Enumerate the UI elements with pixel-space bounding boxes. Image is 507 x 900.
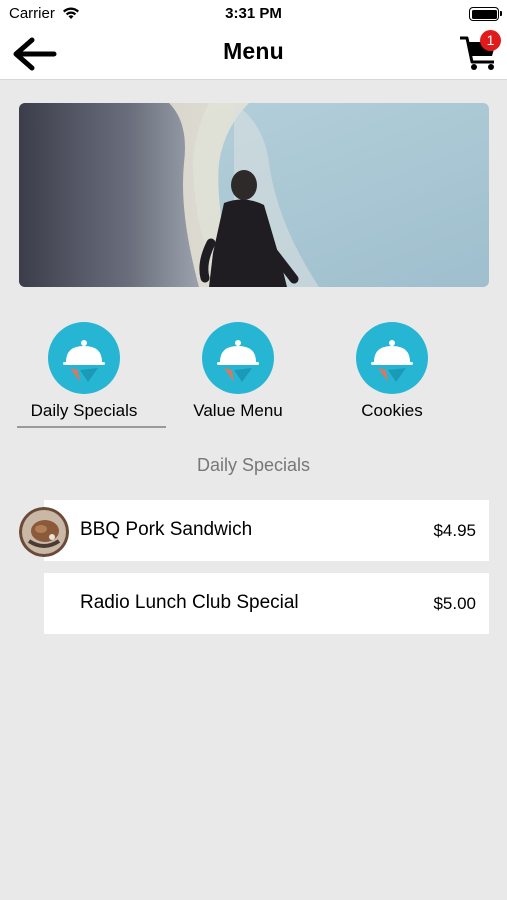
cloche-icon (356, 322, 428, 394)
tab-label: Value Menu (193, 401, 283, 420)
tab-label: Cookies (361, 401, 423, 420)
item-thumbnail (19, 507, 69, 557)
item-price: $5.00 (433, 594, 476, 613)
cart-count-badge: 1 (480, 30, 501, 51)
list-item[interactable]: BBQ Pork Sandwich $4.95 (44, 500, 489, 561)
item-price: $4.95 (433, 521, 476, 540)
cloche-icon (48, 322, 120, 394)
status-time: 3:31 PM (225, 5, 282, 22)
item-name: BBQ Pork Sandwich (80, 519, 253, 540)
page-title: Menu (223, 38, 284, 64)
battery-level (471, 9, 497, 19)
status-bar: Carrier 3:31 PM (0, 0, 507, 28)
item-name: Radio Lunch Club Special (80, 592, 299, 613)
selected-tab-indicator (17, 426, 166, 428)
cloche-icon (202, 322, 274, 394)
tab-label: Daily Specials (30, 401, 138, 420)
list-item[interactable]: Radio Lunch Club Special $5.00 (44, 573, 489, 634)
battery-icon (469, 7, 502, 21)
banner-image (19, 103, 489, 287)
section-title: Daily Specials (196, 455, 311, 475)
nav-bar: Menu (0, 28, 507, 80)
tab-daily-specials[interactable]: Daily Specials (9, 322, 159, 432)
tab-cookies[interactable]: Cookies (317, 322, 467, 432)
tab-value-menu[interactable]: Value Menu (163, 322, 313, 432)
surfer-photo (19, 103, 489, 287)
